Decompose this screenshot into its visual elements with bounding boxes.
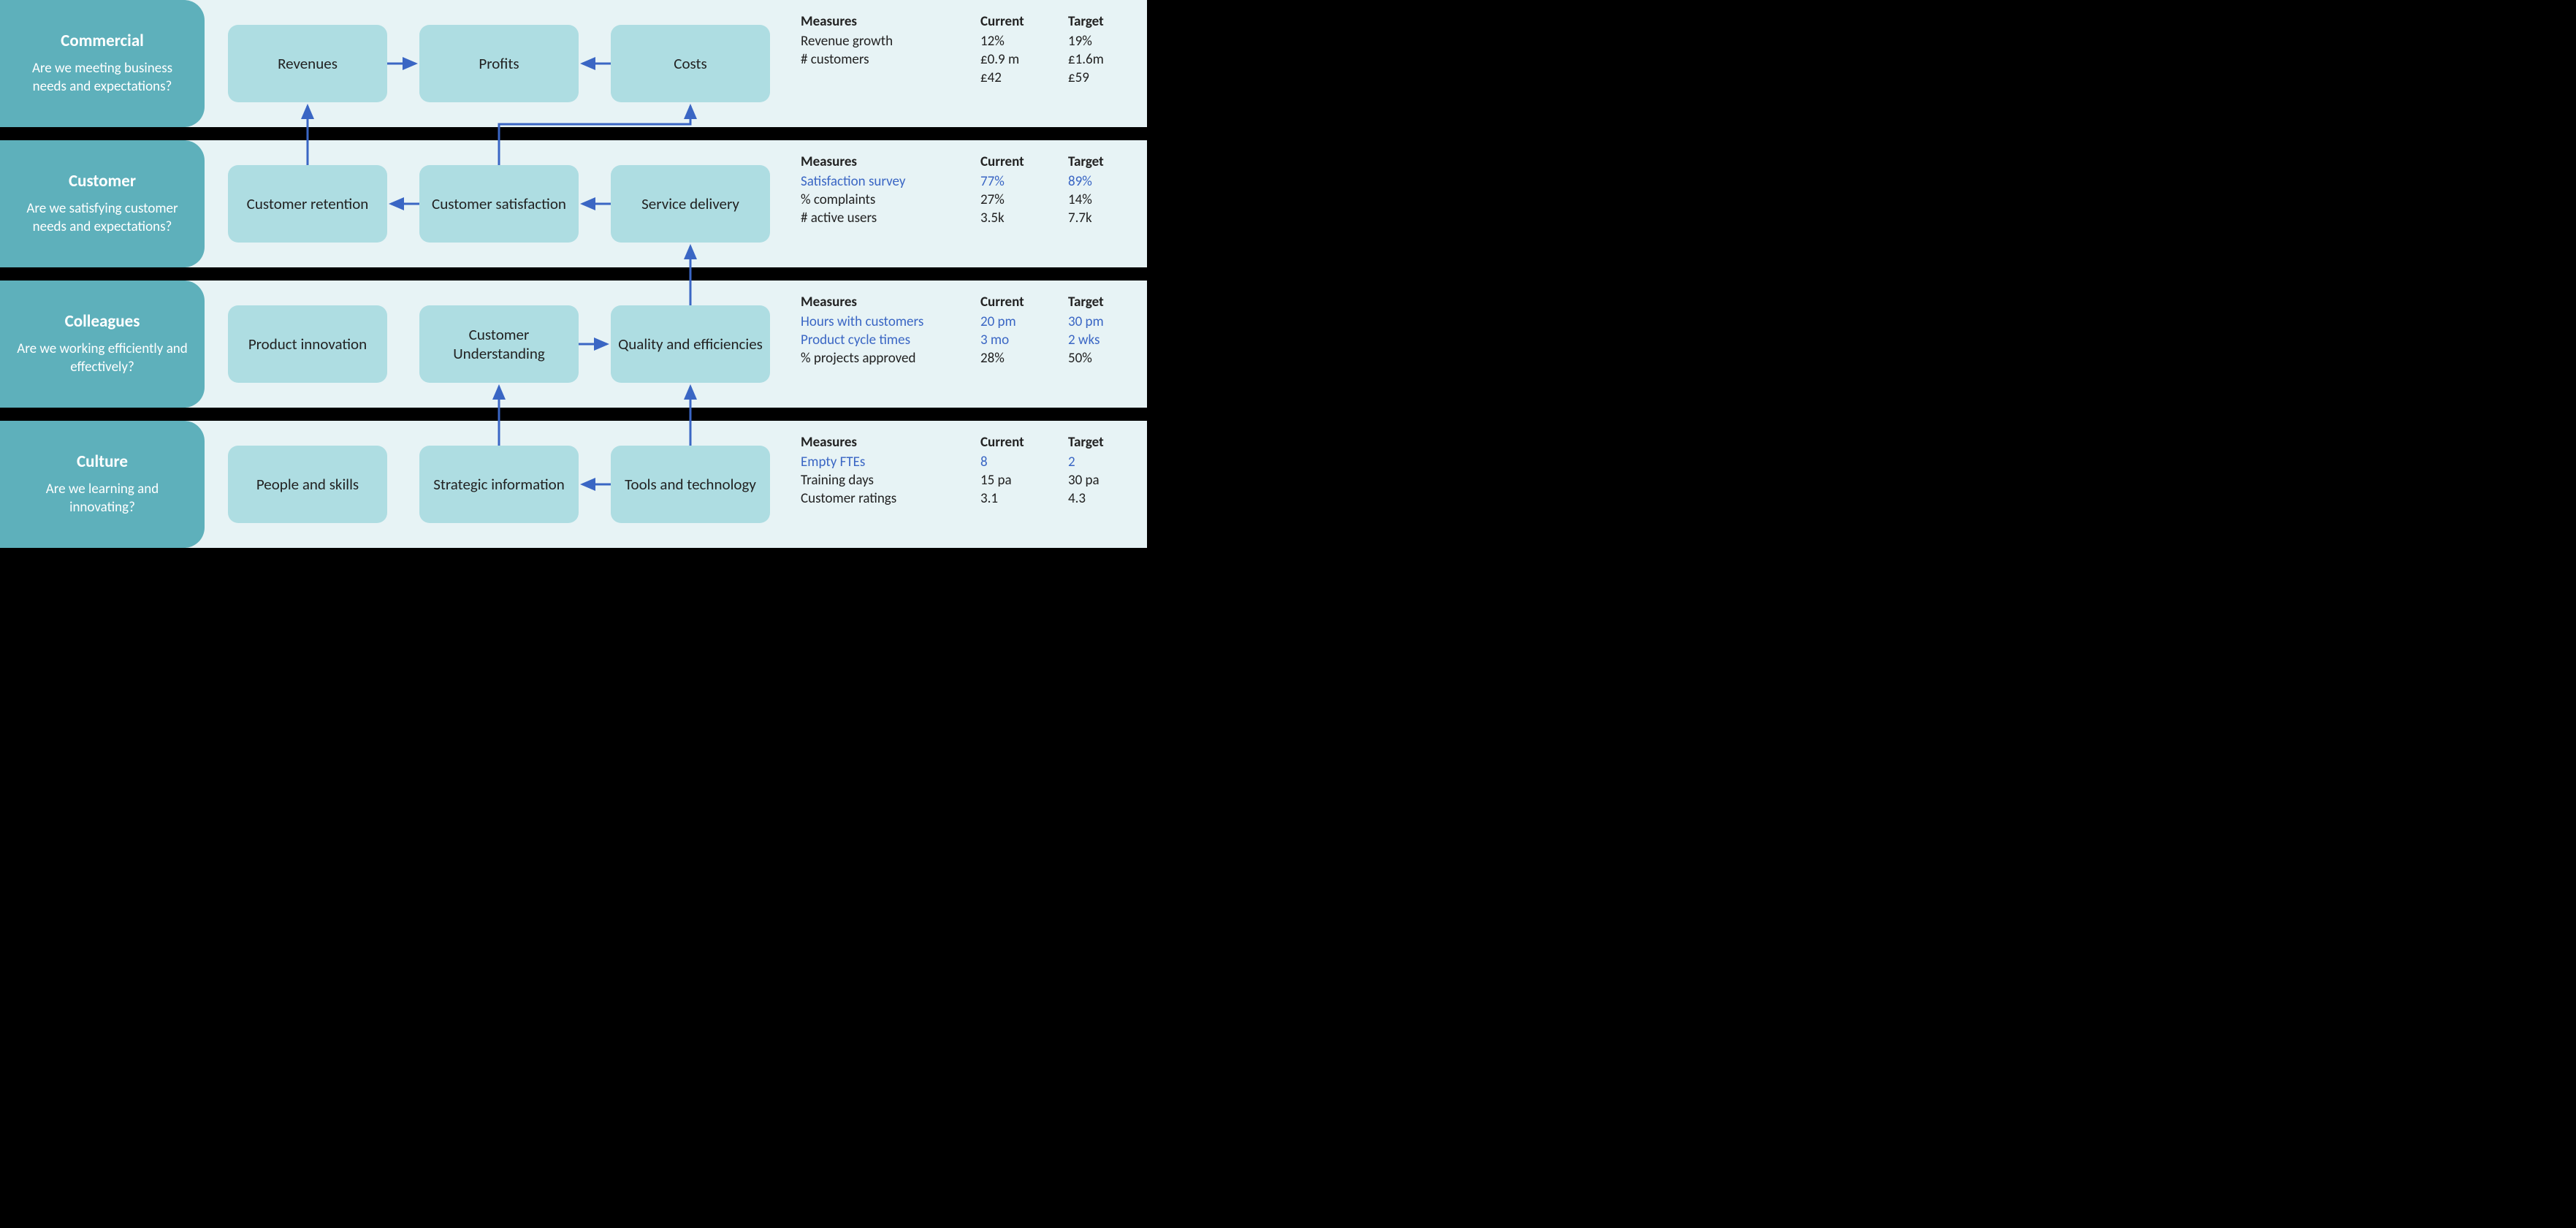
measure-value: £0.9 m	[980, 51, 1068, 68]
measure-value[interactable]: Empty FTEs	[801, 454, 980, 470]
node-colleagues-1: Customer Understanding	[419, 305, 579, 383]
perspective-row-colleagues: Colleagues Are we working efficiently and…	[0, 281, 1147, 408]
measure-value: % projects approved	[801, 350, 980, 367]
measure-value: £59	[1068, 69, 1156, 86]
measures-colleagues: Measures Hours with customers Product cycl…	[793, 281, 1178, 408]
measures-header: Current	[980, 294, 1068, 310]
row-subtitle: Are we meeting business needs and expect…	[16, 60, 188, 96]
measure-value: % complaints	[801, 191, 980, 208]
measure-value: £42	[980, 69, 1068, 86]
nodes-customer: Customer retention Customer satisfaction S…	[205, 140, 793, 267]
node-customer-1: Customer satisfaction	[419, 165, 579, 243]
measure-value: 4.3	[1068, 490, 1156, 507]
perspective-row-culture: Culture Are we learning and innovating? Pe…	[0, 421, 1147, 548]
perspective-row-customer: Customer Are we satisfying customer needs…	[0, 140, 1147, 267]
row-header-colleagues: Colleagues Are we working efficiently and…	[0, 281, 205, 408]
row-title: Culture	[16, 451, 188, 472]
row-subtitle: Are we satisfying customer needs and exp…	[16, 200, 188, 236]
measures-header: Target	[1068, 153, 1156, 170]
measures-header: Measures	[801, 434, 980, 451]
row-header-commercial: Commercial Are we meeting business needs …	[0, 0, 205, 127]
nodes-commercial: Revenues Profits Costs	[205, 0, 793, 127]
measure-value: 19%	[1068, 33, 1156, 50]
measure-value[interactable]: Product cycle times	[801, 332, 980, 348]
node-culture-1: Strategic information	[419, 446, 579, 523]
measures-header: Measures	[801, 13, 980, 30]
measures-header: Measures	[801, 294, 980, 310]
node-commercial-1: Profits	[419, 25, 579, 102]
measures-culture: Measures Empty FTEs Training daysCustomer …	[793, 421, 1178, 548]
measure-value: £1.6m	[1068, 51, 1156, 68]
measure-value: 14%	[1068, 191, 1156, 208]
row-title: Customer	[16, 171, 188, 191]
measures-customer: Measures Satisfaction survey% complaints #…	[793, 140, 1178, 267]
node-culture-2: Tools and technology	[611, 446, 770, 523]
nodes-culture: People and skills Strategic information To…	[205, 421, 793, 548]
measure-value: 28%	[980, 350, 1068, 367]
measure-value[interactable]: 20 pm	[980, 313, 1068, 330]
measure-value[interactable]: Hours with customers	[801, 313, 980, 330]
node-colleagues-0: Product innovation	[228, 305, 387, 383]
measure-value[interactable]: 2	[1068, 454, 1156, 470]
measure-value[interactable]: 30 pm	[1068, 313, 1156, 330]
measure-value: 3.5k	[980, 210, 1068, 226]
measure-value[interactable]: 8	[980, 454, 1068, 470]
measures-header: Target	[1068, 294, 1156, 310]
measures-header: Measures	[801, 153, 980, 170]
measures-header: Target	[1068, 13, 1156, 30]
measure-value[interactable]: 2 wks	[1068, 332, 1156, 348]
node-customer-0: Customer retention	[228, 165, 387, 243]
measure-value: Revenue growth	[801, 33, 980, 50]
row-header-culture: Culture Are we learning and innovating?	[0, 421, 205, 548]
nodes-colleagues: Product innovation Customer Understanding…	[205, 281, 793, 408]
node-customer-2: Service delivery	[611, 165, 770, 243]
row-subtitle: Are we learning and innovating?	[16, 481, 188, 516]
measure-value: 15 pa	[980, 472, 1068, 489]
measure-value: # active users	[801, 210, 980, 226]
row-subtitle: Are we working efficiently and effective…	[16, 340, 188, 376]
measure-value: 12%	[980, 33, 1068, 50]
measure-value: 50%	[1068, 350, 1156, 367]
measures-header: Current	[980, 434, 1068, 451]
measures-header: Current	[980, 13, 1068, 30]
measure-value[interactable]: Satisfaction survey	[801, 173, 980, 190]
row-title: Colleagues	[16, 311, 188, 332]
perspective-row-commercial: Commercial Are we meeting business needs …	[0, 0, 1147, 127]
measure-value: 3.1	[980, 490, 1068, 507]
node-culture-0: People and skills	[228, 446, 387, 523]
measure-value[interactable]: 77%	[980, 173, 1068, 190]
measure-value[interactable]: 3 mo	[980, 332, 1068, 348]
measure-value: Customer ratings	[801, 490, 980, 507]
node-colleagues-2: Quality and efficiencies	[611, 305, 770, 383]
measure-value: # customers	[801, 51, 980, 68]
row-title: Commercial	[16, 31, 188, 51]
row-header-customer: Customer Are we satisfying customer needs…	[0, 140, 205, 267]
measures-commercial: Measures Revenue growth# customers Current…	[793, 0, 1178, 127]
measure-value[interactable]: 89%	[1068, 173, 1156, 190]
node-commercial-2: Costs	[611, 25, 770, 102]
measures-header: Current	[980, 153, 1068, 170]
measure-value: 30 pa	[1068, 472, 1156, 489]
measure-value: Training days	[801, 472, 980, 489]
measures-header: Target	[1068, 434, 1156, 451]
node-commercial-0: Revenues	[228, 25, 387, 102]
measure-value: 27%	[980, 191, 1068, 208]
measure-value: 7.7k	[1068, 210, 1156, 226]
